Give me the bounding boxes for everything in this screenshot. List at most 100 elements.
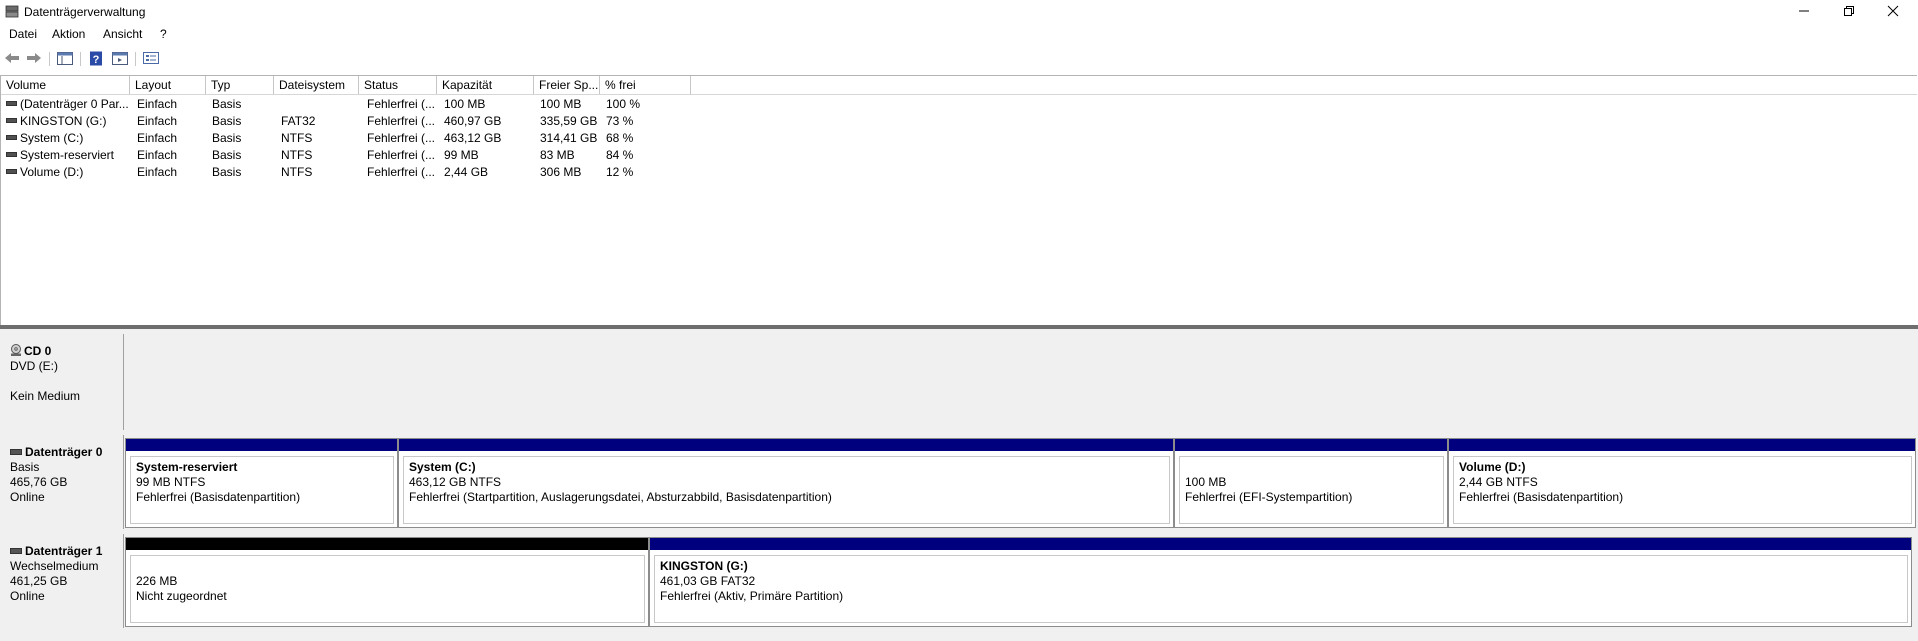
table-row[interactable]: System (C:) Einfach Basis NTFS Fehlerfre… [1,130,701,147]
cell-typ: Basis [212,114,242,128]
cd-drive-icon [11,344,21,357]
column-header-prozent-frei[interactable]: % frei [600,76,691,94]
disk-label-cd0[interactable]: CD 0 DVD (E:) Kein Medium [0,334,124,430]
properties-icon [143,52,159,64]
partition-size: 100 MB [1185,475,1227,489]
partition-status: Fehlerfrei (Startpartition, Auslagerungs… [409,490,832,504]
cell-typ: Basis [212,148,242,162]
disk-name: Datenträger 1 [25,544,103,558]
volume-icon [6,169,17,175]
menu-ansicht[interactable]: Ansicht [103,27,142,41]
cell-status: Fehlerfrei (... [367,131,436,145]
menu-help[interactable]: ? [160,27,167,41]
partition-bar [126,538,648,550]
disk-type: Wechselmedium [10,559,99,573]
menu-bar: Datei Aktion Ansicht ? [0,24,1918,44]
partition-size: 463,12 GB NTFS [409,475,502,489]
partition-size: 226 MB [136,574,178,588]
disk-type: Basis [10,460,40,474]
volume-name: System (C:) [20,131,84,145]
disk-size: 461,25 GB [10,574,68,588]
partition-status: Nicht zugeordnet [136,589,227,603]
column-header-layout[interactable]: Layout [130,76,206,94]
cell-dateisystem: FAT32 [281,114,316,128]
column-header-dateisystem[interactable]: Dateisystem [274,76,359,94]
forward-button[interactable] [25,50,43,66]
restore-icon [1844,6,1854,16]
console-tree-icon [57,51,73,65]
partition-system-reserviert[interactable]: System-reserviert 99 MB NTFS Fehlerfrei … [125,438,398,528]
disk-label-disk0[interactable]: Datenträger 0 Basis 465,76 GB Online [0,435,124,529]
partition-title: KINGSTON (G:) [660,559,748,573]
partition-size: 461,03 GB FAT32 [660,574,756,588]
window-title: Datenträgerverwaltung [24,5,146,19]
table-row[interactable]: KINGSTON (G:) Einfach Basis FAT32 Fehler… [1,113,701,130]
svg-text:?: ? [93,54,100,66]
volume-list: Volume Layout Typ Dateisystem Status Kap… [0,75,1917,327]
help-icon: ? [90,51,102,66]
cell-prozent-frei: 12 % [606,165,634,179]
console-tree-button[interactable] [56,50,74,66]
disk-status: Online [10,589,45,603]
partition-bar [399,439,1173,451]
minimize-button[interactable] [1781,0,1827,22]
partition-system-c[interactable]: System (C:) 463,12 GB NTFS Fehlerfrei (S… [398,438,1174,528]
column-header-status[interactable]: Status [359,76,437,94]
partition-volume-d[interactable]: Volume (D:) 2,44 GB NTFS Fehlerfrei (Bas… [1448,438,1916,528]
toolbar-separator [49,52,50,66]
partition-status: Fehlerfrei (EFI-Systempartition) [1185,490,1353,504]
partition-size: 2,44 GB NTFS [1459,475,1538,489]
removable-disk-icon [10,547,22,554]
column-header-volume[interactable]: Volume [1,76,130,94]
partition-unallocated[interactable]: 226 MB Nicht zugeordnet [125,537,649,627]
table-row[interactable]: Volume (D:) Einfach Basis NTFS Fehlerfre… [1,164,701,181]
restore-button[interactable] [1826,0,1872,22]
cell-typ: Basis [212,97,242,111]
cell-kapazitaet: 463,12 GB [444,131,502,145]
partition-kingston-g[interactable]: KINGSTON (G:) 461,03 GB FAT32 Fehlerfrei… [649,537,1912,627]
cell-kapazitaet: 2,44 GB [444,165,489,179]
cell-status: Fehlerfrei (... [367,114,436,128]
table-row[interactable]: System-reserviert Einfach Basis NTFS Feh… [1,147,701,164]
disk-size: 465,76 GB [10,475,68,489]
partition-status: Fehlerfrei (Aktiv, Primäre Partition) [660,589,844,603]
title-bar: Datenträgerverwaltung [0,0,1918,24]
table-row[interactable]: (Datenträger 0 Par... Einfach Basis Fehl… [1,96,701,113]
volume-icon [6,101,17,107]
menu-datei[interactable]: Datei [9,27,37,41]
cell-freier-speicher: 335,59 GB [540,114,598,128]
cell-status: Fehlerfrei (... [367,97,436,111]
cell-layout: Einfach [137,114,178,128]
partition-title: Volume (D:) [1459,460,1526,474]
back-button[interactable] [3,50,21,66]
properties-button[interactable] [142,50,160,66]
cell-prozent-frei: 68 % [606,131,634,145]
volume-name: KINGSTON (G:) [20,114,107,128]
help-button[interactable]: ? [87,50,105,66]
disk-name: CD 0 [24,344,52,358]
column-header-typ[interactable]: Typ [206,76,274,94]
partition-bar [126,439,397,451]
disk-management-app-icon [5,5,19,18]
cell-kapazitaet: 100 MB [444,97,486,111]
forward-arrow-icon [27,53,41,63]
back-arrow-icon [5,53,19,63]
partition-title: System-reserviert [136,460,238,474]
disk-drive-letter: DVD (E:) [10,359,58,373]
close-icon [1887,5,1899,17]
column-header-freier-speicher[interactable]: Freier Sp... [534,76,600,94]
disk-label-disk1[interactable]: Datenträger 1 Wechselmedium 461,25 GB On… [0,534,124,628]
partition-bar [1449,439,1915,451]
column-header-kapazitaet[interactable]: Kapazität [437,76,534,94]
cell-layout: Einfach [137,148,178,162]
cell-prozent-frei: 84 % [606,148,634,162]
partition-efi[interactable]: 100 MB Fehlerfrei (EFI-Systempartition) [1174,438,1448,528]
action-pane-button[interactable] [111,50,129,66]
cell-freier-speicher: 306 MB [540,165,582,179]
cell-dateisystem: NTFS [281,165,313,179]
cell-typ: Basis [212,165,242,179]
cell-layout: Einfach [137,97,178,111]
volume-icon [6,152,17,158]
close-button[interactable] [1870,0,1916,22]
menu-aktion[interactable]: Aktion [52,27,85,41]
